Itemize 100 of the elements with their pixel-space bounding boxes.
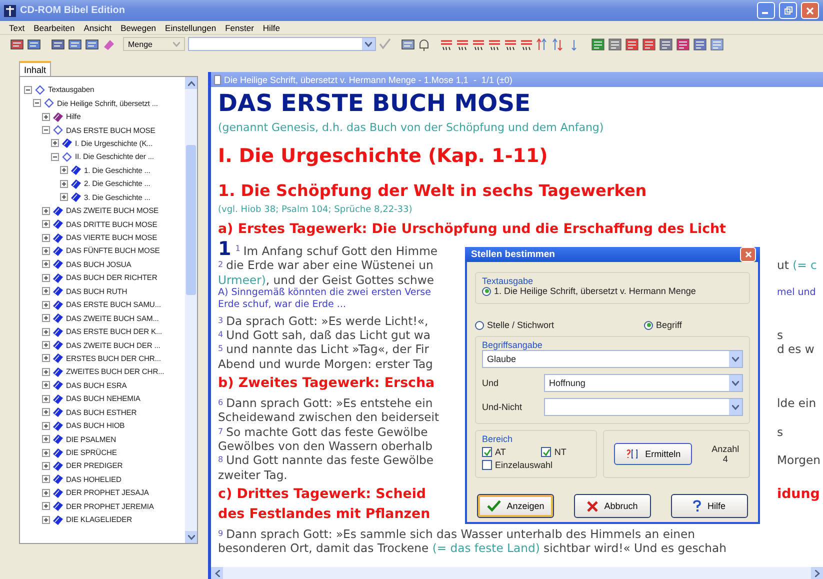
pericope-text: idung [777,486,821,504]
term-combo[interactable]: Glaube [482,350,743,368]
layout-icon[interactable] [642,38,656,50]
layout-icon[interactable] [659,38,673,50]
bell-icon[interactable] [418,38,430,50]
plus-box-icon[interactable] [42,220,50,228]
dropdown-button[interactable] [362,38,375,50]
plus-box-icon[interactable] [42,341,50,350]
book-plus-icon[interactable] [440,38,453,50]
menu-item[interactable]: Fenster [224,22,255,32]
book-icon [52,244,64,257]
radio-button[interactable] [644,320,654,330]
menu-item[interactable]: Bewegen [120,22,158,32]
ok-button[interactable]: Anzeigen [477,494,554,518]
plus-box-icon[interactable] [42,314,50,322]
menu-item[interactable]: Text [8,22,26,32]
plus-box-icon[interactable] [42,246,50,255]
layout-icon[interactable] [625,38,639,50]
radio-label: 1. Die Heilige Schrift, übersetzt v. Hermann Menge [494,286,696,296]
plus-box-icon[interactable] [42,502,50,510]
help-button[interactable]: Hilfe [671,494,748,518]
checkmark-icon[interactable] [379,38,391,50]
checkbox[interactable] [541,447,552,457]
radio-button[interactable] [475,320,484,330]
app-icon [4,4,16,16]
plus-box-icon[interactable] [51,139,59,148]
plus-box-icon[interactable] [42,368,50,376]
book-icon [52,339,64,352]
plus-box-icon[interactable] [42,475,50,484]
minimize-button[interactable] [757,2,775,19]
plus-box-icon[interactable] [42,274,50,282]
plus-box-icon[interactable] [60,180,68,188]
minus-box-icon[interactable] [24,86,32,94]
plus-box-icon[interactable] [42,112,50,121]
layout-icon[interactable] [710,38,724,50]
plus-box-icon[interactable] [42,462,50,470]
book-icon [52,285,64,298]
count-button[interactable]: Ermitteln [614,443,692,465]
plus-box-icon[interactable] [42,287,50,296]
menu-item[interactable]: Hilfe [262,22,281,32]
rows-icon[interactable] [85,38,99,50]
plus-box-icon[interactable] [42,381,50,390]
outline-diamond-icon [52,124,64,136]
plus-box-icon[interactable] [42,234,50,242]
window-icon[interactable] [10,38,24,50]
minus-box-icon[interactable] [51,152,59,161]
copy-icon[interactable] [401,38,415,50]
chapter-plus-icon[interactable] [456,38,469,50]
verse-text: lde ein [777,396,818,410]
plus-box-icon[interactable] [42,300,50,309]
plus-box-icon[interactable] [60,166,68,174]
plus-box-icon[interactable] [42,408,50,416]
verse-down-icon[interactable] [472,38,485,50]
plus-box-icon[interactable] [42,354,50,362]
dropdown-button[interactable] [729,375,742,391]
chevron-down-icon [732,380,739,386]
plus-box-icon[interactable] [42,328,50,336]
plus-box-icon[interactable] [42,260,50,268]
question-mark-icon [693,500,702,512]
restore-button[interactable] [779,2,797,19]
plus-box-icon[interactable] [42,435,50,444]
book-minus-icon[interactable] [520,38,533,50]
plus-box-icon[interactable] [42,394,50,403]
radio-button[interactable] [482,286,491,296]
minus-box-icon[interactable] [33,99,41,108]
cascade-icon[interactable] [51,38,65,50]
plus-box-icon[interactable] [42,488,50,497]
menu-item[interactable]: Ansicht [82,22,113,32]
sidebar-tab[interactable]: Inhalt [19,61,52,76]
minus-box-icon[interactable] [42,126,50,134]
sort-both-icon[interactable] [552,38,565,50]
plus-box-icon[interactable] [42,448,50,457]
verse-up-icon[interactable] [488,38,501,50]
plus-box-icon[interactable] [42,206,50,215]
close-button[interactable] [801,2,819,19]
plus-box-icon[interactable] [60,193,68,202]
menu-item[interactable]: Bearbeiten [32,22,76,32]
cancel-button[interactable]: Abbruch [574,494,651,518]
translation-combo[interactable]: Menge [123,37,185,51]
layout-icon[interactable] [591,38,605,50]
horizontal-scrollbar[interactable] [211,567,823,579]
verse-text: d es w [777,342,816,357]
dropdown-button[interactable] [729,351,742,367]
verse-text: 8 Und Gott nannte das feste Gewölbe [218,453,434,468]
copy-window-icon[interactable] [27,38,41,50]
dropdown-button[interactable] [729,399,742,415]
menu-item[interactable]: Einstellungen [164,22,218,32]
group-label: Textausgabe [482,276,534,286]
term-combo[interactable]: Hoffnung [544,374,743,392]
plus-box-icon[interactable] [42,516,50,524]
checkbox[interactable] [482,447,492,457]
layout-icon[interactable] [676,38,690,50]
plus-box-icon[interactable] [42,422,50,430]
layout-icon[interactable] [693,38,707,50]
close-button[interactable] [740,247,756,262]
chapter-minus-icon[interactable] [504,38,517,50]
columns-icon[interactable] [68,38,82,50]
vertical-scrollbar[interactable] [185,77,197,543]
checkbox[interactable] [482,460,492,470]
layout-icon[interactable] [608,38,622,50]
